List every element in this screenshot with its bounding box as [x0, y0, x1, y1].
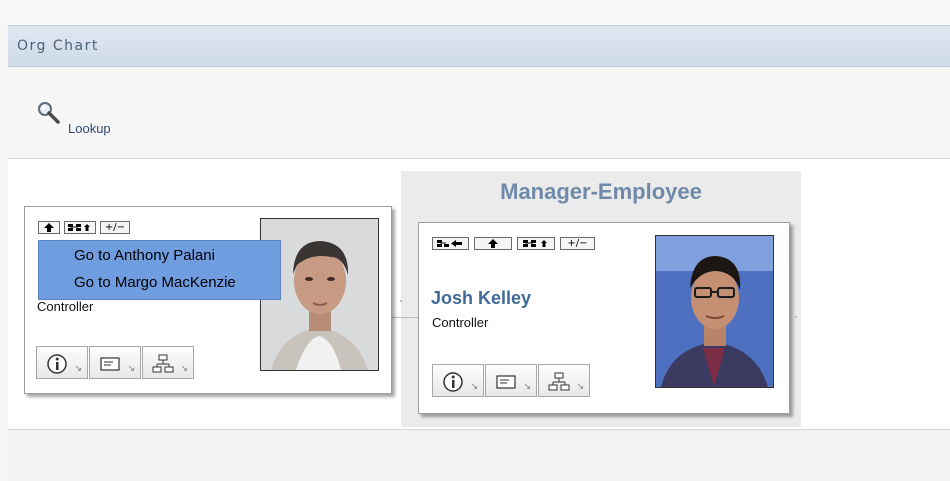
info-button[interactable]: ↘: [36, 346, 88, 379]
employee-photo: [655, 235, 774, 388]
lookup-label: Lookup: [68, 121, 111, 136]
person-name[interactable]: Josh Kelley: [431, 288, 531, 309]
up-arrow-icon: [44, 223, 54, 232]
person-title: Controller: [432, 315, 489, 330]
expand-collapse-button[interactable]: +/−: [100, 221, 130, 234]
up-arrow-button[interactable]: [38, 221, 60, 234]
dropdown-arrow-icon: ↘: [576, 381, 584, 391]
person-photo-icon: [656, 236, 773, 387]
person-title: Controller: [37, 299, 94, 314]
org-view-button[interactable]: ↘: [142, 346, 194, 379]
up-arrow-button[interactable]: [474, 237, 512, 250]
focus-panel-title: Manager-Employee: [500, 179, 702, 204]
up-arrow-icon: [488, 239, 498, 248]
contact-card-button[interactable]: ↘: [485, 364, 537, 397]
dropdown-arrow-icon: ↘: [523, 381, 531, 391]
dropdown-arrow-icon: ↘: [470, 381, 478, 391]
card-actions: ↘ ↘ ↘: [36, 346, 195, 379]
card-actions: ↘ ↘ ↘: [432, 364, 591, 397]
info-icon: [443, 372, 463, 392]
header-bar: Org Chart: [8, 25, 950, 67]
info-button[interactable]: ↘: [432, 364, 484, 397]
show-reports-icon: [68, 224, 90, 231]
info-icon: [47, 354, 67, 374]
restore-button[interactable]: [432, 237, 469, 250]
card-icon: [100, 357, 120, 371]
connector-dot: [400, 300, 402, 302]
employee-card-left[interactable]: +/− Controller ↘ ↘ ↘: [24, 206, 392, 394]
menu-item-go-to-anthony-palani[interactable]: Go to Anthony Palani: [74, 247, 215, 264]
navigation-popup-menu: Go to Anthony Palani Go to Margo MacKenz…: [38, 240, 281, 300]
dropdown-arrow-icon: ↘: [127, 363, 135, 373]
expand-collapse-button[interactable]: +/−: [560, 237, 595, 250]
magnifier-icon: [38, 102, 60, 124]
dropdown-arrow-icon: ↘: [74, 363, 82, 373]
top-strip: [0, 0, 950, 25]
org-icon: [152, 354, 174, 373]
card-icon: [496, 375, 516, 389]
org-icon: [548, 372, 570, 391]
connector-line: [392, 317, 418, 318]
show-reports-button[interactable]: [64, 221, 96, 234]
bottom-band: [8, 429, 950, 481]
contact-card-button[interactable]: ↘: [89, 346, 141, 379]
org-view-button[interactable]: ↘: [538, 364, 590, 397]
dropdown-arrow-icon: ↘: [180, 363, 188, 373]
show-reports-icon: [523, 240, 547, 247]
restore-icon: [437, 240, 462, 247]
toolbar-area: Lookup: [8, 68, 950, 159]
employee-card-focus[interactable]: +/− Josh Kelley Controller ↘ ↘ ↘: [418, 222, 790, 414]
menu-item-go-to-margo-mackenzie[interactable]: Go to Margo MacKenzie: [74, 274, 236, 291]
page-title: Org Chart: [17, 38, 99, 54]
connector-dot: [795, 316, 797, 318]
show-reports-button[interactable]: [517, 237, 555, 250]
